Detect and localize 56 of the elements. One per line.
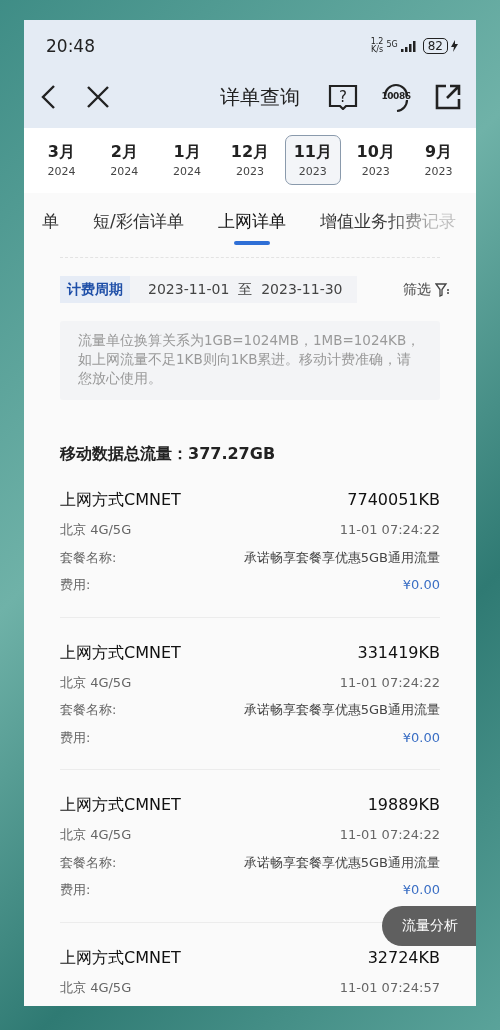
access-method: 上网方式CMNET xyxy=(60,489,181,511)
net-speed: 1.2 K/s xyxy=(370,38,384,54)
page-title: 详单查询 xyxy=(219,83,300,111)
clock-time: 20:48 xyxy=(46,36,95,56)
package-name: 承诺畅享套餐享优惠5GB通用流量 xyxy=(243,701,440,719)
record-time: 11-01 07:24:22 xyxy=(339,521,440,539)
filter-button[interactable]: 筛选 xyxy=(403,280,450,299)
month-tab[interactable]: 1月 2024 xyxy=(159,135,216,185)
month-tab[interactable]: 12月 2023 xyxy=(221,135,278,185)
package-name: 承诺畅享套餐享优惠5GB通用流量 xyxy=(243,853,440,872)
usage-amount: 19889KB xyxy=(367,794,440,816)
record-time: 11-01 07:24:22 xyxy=(339,673,440,692)
analysis-button[interactable]: 流量分析 xyxy=(382,906,476,946)
location-text: 北京 4G/5G xyxy=(60,673,132,692)
package-label: 套餐名称: xyxy=(60,701,117,719)
period-label: 计费周期 xyxy=(60,276,130,303)
help-book-icon[interactable]: ? xyxy=(328,84,358,110)
access-method: 上网方式CMNET xyxy=(60,946,181,969)
signal-icon xyxy=(400,40,417,52)
usage-amount: 32724KB xyxy=(367,946,440,969)
fee-amount: ¥0.00 xyxy=(402,881,440,899)
month-tab[interactable]: 2月 2024 xyxy=(96,135,153,185)
category-tab[interactable]: 上网详单 xyxy=(217,199,286,243)
location-text: 北京 4G/5G xyxy=(60,826,132,844)
fee-label: 费用: xyxy=(60,576,91,594)
battery-level: 82 xyxy=(422,38,448,54)
package-label: 套餐名称: xyxy=(60,853,117,872)
network-type: 5G xyxy=(386,40,398,49)
total-usage: 移动数据总流量：377.27GB xyxy=(60,444,277,465)
fee-amount: ¥0.00 xyxy=(402,576,440,594)
location-text: 北京 4G/5G xyxy=(60,978,132,997)
period-dates: 2023-11-01 至 2023-11-30 xyxy=(148,280,343,299)
usage-amount: 7740051KB xyxy=(347,489,440,511)
package-label: 套餐名称: xyxy=(60,548,117,567)
fee-label: 费用: xyxy=(60,728,91,747)
filter-icon xyxy=(435,282,450,297)
month-tab[interactable]: 9月 2023 xyxy=(410,135,467,185)
month-tab[interactable]: 11月 2023 xyxy=(284,135,341,185)
back-icon[interactable] xyxy=(40,84,56,110)
month-tab[interactable]: 10月 2023 xyxy=(347,135,404,185)
access-method: 上网方式CMNET xyxy=(60,641,181,664)
month-tab[interactable]: 3月 2024 xyxy=(33,135,90,185)
unit-note: 流量单位换算关系为1GB=1024MB，1MB=1024KB，如上网流量不足1KB则向1KB累进。移动计费准确，请您放心使用。 xyxy=(60,321,440,400)
close-icon[interactable] xyxy=(86,85,110,109)
location-text: 北京 4G/5G xyxy=(60,521,132,539)
record-time: 11-01 07:24:57 xyxy=(339,978,440,997)
charging-icon xyxy=(451,40,458,52)
category-tab[interactable]: 短/彩信详单 xyxy=(93,199,184,243)
record-time: 11-01 07:24:22 xyxy=(339,826,440,844)
category-tab[interactable]: 单 xyxy=(42,199,59,243)
access-method: 上网方式CMNET xyxy=(60,794,181,816)
fee-amount: ¥0.00 xyxy=(402,728,440,747)
fee-label: 费用: xyxy=(60,881,91,899)
usage-amount: 331419KB xyxy=(357,641,440,664)
share-icon[interactable] xyxy=(434,83,462,111)
package-name: 承诺畅享套餐享优惠5GB通用流量 xyxy=(243,548,440,567)
